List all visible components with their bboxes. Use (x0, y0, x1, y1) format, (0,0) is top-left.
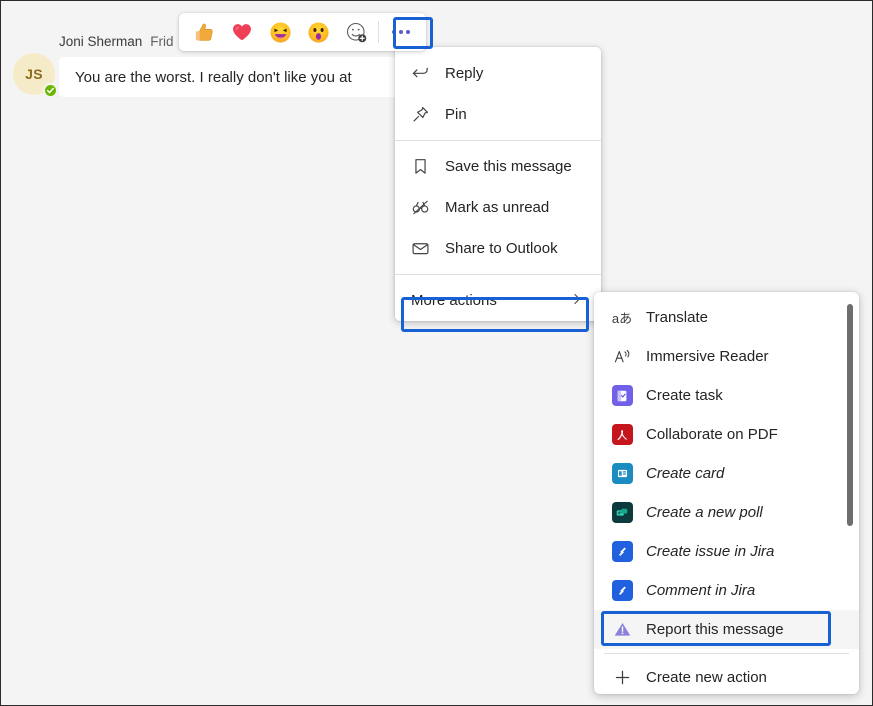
submenu-item-report-this-message[interactable]: Report this message (594, 610, 859, 649)
avatar-initials: JS (25, 66, 43, 82)
menu-item-label: Share to Outlook (445, 240, 558, 257)
message-timestamp: Frid (150, 34, 173, 49)
jira-app-icon (611, 580, 633, 602)
add-reaction-icon[interactable] (337, 13, 375, 51)
submenu-item-create-card[interactable]: Create card (594, 454, 859, 493)
heart-reaction-icon[interactable] (223, 13, 261, 51)
reply-arrow-icon (411, 64, 433, 84)
available-presence-icon (43, 83, 58, 98)
submenu-item-label: Report this message (646, 621, 784, 638)
create-card-app-icon (611, 463, 633, 485)
menu-item-label: Pin (445, 106, 467, 123)
menu-item-save-this-message[interactable]: Save this message (395, 146, 601, 187)
mark-as-unread-icon (411, 198, 433, 218)
ellipsis-dot (406, 30, 410, 34)
message-text: You are the worst. I really don't like y… (75, 69, 352, 86)
submenu-item-comment-in-jira[interactable]: Comment in Jira (594, 571, 859, 610)
thumbs-up-reaction-icon[interactable] (185, 13, 223, 51)
menu-item-more-actions[interactable]: More actions (395, 280, 601, 321)
submenu-item-label: Create issue in Jira (646, 543, 774, 560)
message-context-menu: Reply Pin Save this message (395, 47, 601, 321)
surprised-reaction-icon[interactable] (299, 13, 337, 51)
pin-icon (411, 105, 433, 125)
reaction-toolbar (179, 13, 426, 51)
jira-app-icon (611, 541, 633, 563)
bookmark-icon (411, 157, 433, 177)
create-task-app-icon (611, 385, 633, 407)
ellipsis-dot (392, 30, 396, 34)
plus-icon (611, 667, 633, 689)
screenshot-frame: JS Joni Sherman Frid You are the worst. I… (0, 0, 873, 706)
submenu-item-translate[interactable]: aあ Translate (594, 298, 859, 337)
menu-divider (395, 140, 601, 141)
submenu-item-create-a-new-poll[interactable]: Create a new poll (594, 493, 859, 532)
more-actions-submenu: aあ Translate Immersive Reader (594, 292, 859, 694)
submenu-item-create-new-action[interactable]: Create new action (594, 658, 859, 694)
submenu-item-create-issue-in-jira[interactable]: Create issue in Jira (594, 532, 859, 571)
message-author[interactable]: Joni Sherman (59, 34, 142, 49)
laugh-reaction-icon[interactable] (261, 13, 299, 51)
submenu-item-label: Immersive Reader (646, 348, 769, 365)
ellipsis-dot (399, 30, 403, 34)
menu-item-label: Mark as unread (445, 199, 549, 216)
submenu-item-label: Create new action (646, 669, 767, 686)
toolbar-divider (378, 21, 379, 43)
menu-item-label: Save this message (445, 158, 572, 175)
message-bubble: You are the worst. I really don't like y… (59, 57, 419, 97)
submenu-item-create-task[interactable]: Create task (594, 376, 859, 415)
submenu-item-label: Collaborate on PDF (646, 426, 778, 443)
adobe-pdf-app-icon (611, 424, 633, 446)
submenu-item-label: Create card (646, 465, 724, 482)
scrollbar-thumb[interactable] (847, 304, 853, 526)
menu-divider (395, 274, 601, 275)
menu-item-reply[interactable]: Reply (395, 53, 601, 94)
menu-item-mark-as-unread[interactable]: Mark as unread (395, 187, 601, 228)
submenu-item-immersive-reader[interactable]: Immersive Reader (594, 337, 859, 376)
report-warning-icon (611, 619, 633, 641)
immersive-reader-icon (611, 346, 633, 368)
envelope-icon (411, 239, 433, 259)
submenu-item-label: Translate (646, 309, 708, 326)
menu-item-label: More actions (411, 292, 497, 309)
submenu-item-label: Create a new poll (646, 504, 763, 521)
menu-item-share-to-outlook[interactable]: Share to Outlook (395, 228, 601, 269)
submenu-item-label: Create task (646, 387, 723, 404)
translate-icon: aあ (611, 307, 633, 329)
submenu-divider (604, 653, 849, 654)
submenu-scrollbar[interactable] (847, 302, 853, 677)
menu-item-pin[interactable]: Pin (395, 94, 601, 135)
menu-item-label: Reply (445, 65, 483, 82)
submenu-item-collaborate-on-pdf[interactable]: Collaborate on PDF (594, 415, 859, 454)
submenu-item-label: Comment in Jira (646, 582, 755, 599)
chevron-right-icon (569, 291, 585, 311)
more-options-icon[interactable] (382, 13, 420, 51)
message-header: Joni Sherman Frid (59, 34, 174, 49)
poll-app-icon (611, 502, 633, 524)
